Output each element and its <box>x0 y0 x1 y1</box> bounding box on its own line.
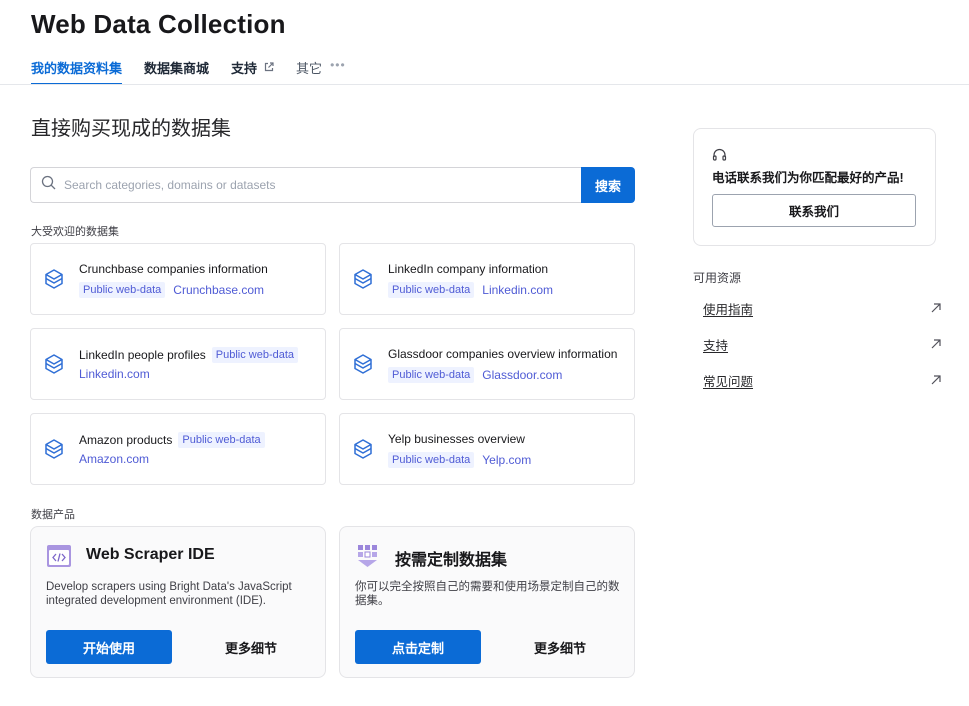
dataset-card-yelp[interactable]: Yelp businesses overview Public web-data… <box>339 413 635 485</box>
dataset-tag: Public web-data <box>212 347 298 363</box>
dataset-card-glassdoor[interactable]: Glassdoor companies overview information… <box>339 328 635 400</box>
tab-label: 其它 <box>296 58 322 77</box>
search-icon <box>41 175 56 195</box>
contact-text: 电话联系我们为你匹配最好的产品! <box>712 167 904 186</box>
data-products-label: 数据产品 <box>31 506 75 522</box>
dataset-name: Glassdoor companies overview information <box>388 347 617 361</box>
tab-label: 数据集商城 <box>144 58 209 77</box>
cube-icon <box>352 268 374 295</box>
arrow-up-right-icon <box>931 302 941 316</box>
dataset-card-crunchbase[interactable]: Crunchbase companies information Public … <box>30 243 326 315</box>
more-details-button[interactable]: 更多细节 <box>191 630 311 664</box>
product-card-web-scraper-ide: Web Scraper IDE Develop scrapers using B… <box>30 526 326 678</box>
tab-my-datasets[interactable]: 我的数据资料集 <box>31 58 122 85</box>
tab-bar: 我的数据资料集 数据集商城 支持 其它 ••• <box>31 58 368 85</box>
search-input[interactable] <box>64 178 581 192</box>
customize-button[interactable]: 点击定制 <box>355 630 481 664</box>
resource-link-support[interactable]: 支持 <box>703 335 941 354</box>
tab-dataset-marketplace[interactable]: 数据集商城 <box>144 58 209 85</box>
dataset-card-linkedin-people[interactable]: LinkedIn people profilesPublic web-data … <box>30 328 326 400</box>
ellipsis-icon: ••• <box>330 58 346 72</box>
dataset-name: Yelp businesses overview <box>388 432 525 446</box>
dataset-name: LinkedIn people profiles <box>79 348 206 362</box>
product-title: Web Scraper IDE <box>86 546 215 564</box>
headset-icon <box>712 148 727 167</box>
dataset-domain[interactable]: Glassdoor.com <box>482 368 562 382</box>
product-title: 按需定制数据集 <box>395 546 507 570</box>
product-description: Develop scrapers using Bright Data's Jav… <box>46 580 316 608</box>
code-window-icon <box>46 543 72 574</box>
search-button[interactable]: 搜索 <box>581 167 635 203</box>
header-divider <box>0 84 969 85</box>
arrow-up-right-icon <box>931 374 941 388</box>
cube-icon <box>43 353 65 380</box>
dataset-tag: Public web-data <box>178 432 264 448</box>
dataset-tag: Public web-data <box>388 452 474 468</box>
product-description: 你可以完全按照自己的需要和使用场景定制自己的数据集。 <box>355 580 625 608</box>
search-field[interactable] <box>30 167 581 203</box>
contact-us-button[interactable]: 联系我们 <box>712 194 916 227</box>
cube-icon <box>43 438 65 465</box>
dataset-domain[interactable]: Yelp.com <box>482 453 531 467</box>
dataset-tag: Public web-data <box>388 282 474 298</box>
dataset-name: Crunchbase companies information <box>79 262 268 276</box>
dataset-card-linkedin-company[interactable]: LinkedIn company information Public web-… <box>339 243 635 315</box>
search-bar: 搜索 <box>30 167 635 203</box>
custom-dataset-icon <box>355 543 381 574</box>
more-details-button[interactable]: 更多细节 <box>500 630 620 664</box>
dataset-domain[interactable]: Linkedin.com <box>482 283 553 297</box>
resource-link-guide[interactable]: 使用指南 <box>703 299 941 318</box>
tab-support[interactable]: 支持 <box>231 58 274 85</box>
dataset-tag: Public web-data <box>79 282 165 298</box>
external-link-icon <box>264 60 274 75</box>
contact-card: 电话联系我们为你匹配最好的产品! 联系我们 <box>693 128 936 246</box>
resources-heading: 可用资源 <box>693 269 741 286</box>
dataset-domain[interactable]: Crunchbase.com <box>173 283 264 297</box>
section-heading: 直接购买现成的数据集 <box>31 112 231 141</box>
cube-icon <box>43 268 65 295</box>
cube-icon <box>352 353 374 380</box>
tab-other[interactable]: 其它 ••• <box>296 58 346 85</box>
dataset-card-amazon[interactable]: Amazon products Public web-data Amazon.co… <box>30 413 326 485</box>
resource-label: 常见问题 <box>703 371 753 390</box>
dataset-domain[interactable]: Linkedin.com <box>79 367 150 381</box>
cube-icon <box>352 438 374 465</box>
dataset-tag: Public web-data <box>388 367 474 383</box>
dataset-name: LinkedIn company information <box>388 262 548 276</box>
dataset-name: Amazon products <box>79 433 172 447</box>
tab-label: 我的数据资料集 <box>31 58 122 77</box>
resource-link-faq[interactable]: 常见问题 <box>703 371 941 390</box>
tab-label: 支持 <box>231 58 257 77</box>
arrow-up-right-icon <box>931 338 941 352</box>
resource-label: 使用指南 <box>703 299 753 318</box>
resource-label: 支持 <box>703 335 728 354</box>
product-card-custom-dataset: 按需定制数据集 你可以完全按照自己的需要和使用场景定制自己的数据集。 点击定制 … <box>339 526 635 678</box>
get-started-button[interactable]: 开始使用 <box>46 630 172 664</box>
page-title: Web Data Collection <box>31 9 286 40</box>
popular-datasets-label: 大受欢迎的数据集 <box>31 223 119 239</box>
dataset-domain[interactable]: Amazon.com <box>79 452 149 466</box>
